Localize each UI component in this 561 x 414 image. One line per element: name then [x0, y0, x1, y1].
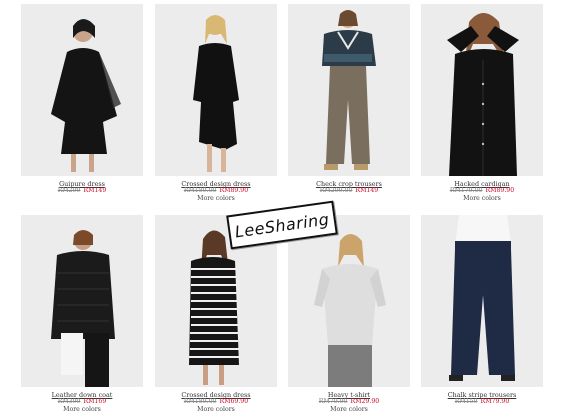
product-price: RM159 RM79.90: [421, 398, 543, 405]
sale-price: RM69.90: [219, 398, 249, 405]
product-photo[interactable]: [21, 215, 143, 387]
sale-price: RM79.90: [480, 398, 510, 405]
old-price: RM189.00: [183, 398, 217, 405]
product-photo[interactable]: [155, 4, 277, 176]
sale-price: RM149: [355, 187, 379, 194]
product-photo[interactable]: [421, 4, 543, 176]
sale-price: RM169: [83, 398, 107, 405]
more-colors-link[interactable]: More colors: [288, 406, 410, 413]
product-price: RM299.00 RM149: [288, 187, 410, 194]
old-price: RM189.00: [183, 187, 217, 194]
old-price: RM399: [57, 398, 81, 405]
more-colors-link[interactable]: More colors: [155, 406, 277, 413]
product-price: RM189.00 RM69.90: [155, 398, 277, 405]
product-price: RM179.00 RM89.90: [421, 187, 543, 194]
more-colors-link[interactable]: More colors: [155, 195, 277, 202]
old-price: RM299: [57, 187, 81, 194]
old-price: RM159: [454, 398, 478, 405]
sale-price: RM89.90: [485, 187, 515, 194]
sale-price: RM89.90: [219, 187, 249, 194]
sale-price: RM149: [83, 187, 107, 194]
more-colors-link[interactable]: More colors: [21, 406, 143, 413]
old-price: RM299.00: [319, 187, 353, 194]
product-price: RM299 RM149: [21, 187, 143, 194]
product-price: RM79.90 RM29.90: [288, 398, 410, 405]
product-price: RM189.00 RM89.90: [155, 187, 277, 194]
old-price: RM79.90: [318, 398, 348, 405]
product-photo[interactable]: [21, 4, 143, 176]
sale-price: RM29.90: [350, 398, 380, 405]
product-price: RM399 RM169: [21, 398, 143, 405]
old-price: RM179.00: [449, 187, 483, 194]
more-colors-link[interactable]: More colors: [421, 195, 543, 202]
product-photo[interactable]: [288, 215, 410, 387]
product-photo[interactable]: [421, 215, 543, 387]
product-photo[interactable]: [288, 4, 410, 176]
